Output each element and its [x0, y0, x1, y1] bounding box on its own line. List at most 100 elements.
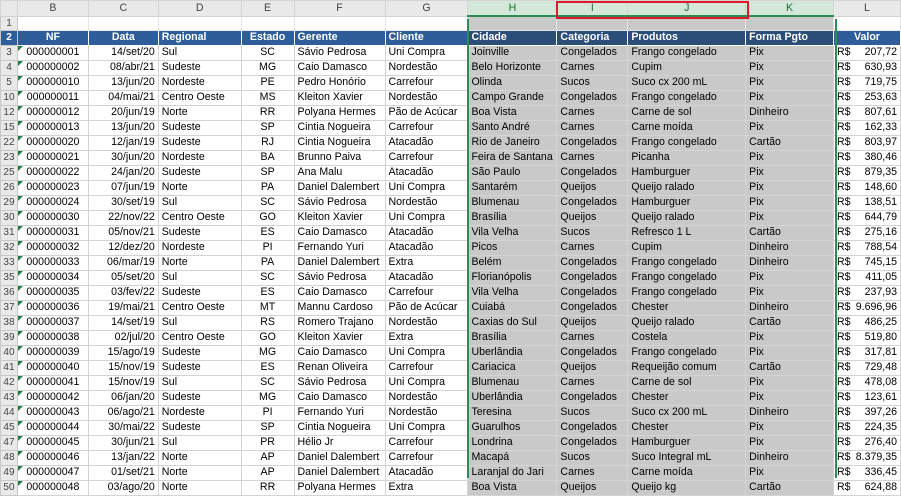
- row-header[interactable]: 38: [0, 314, 18, 331]
- cell-regional[interactable]: Sudeste: [157, 224, 242, 241]
- cell-cidade[interactable]: Caxias do Sul: [467, 314, 558, 331]
- cell-cidade[interactable]: Boa Vista: [467, 479, 558, 496]
- cell-regional[interactable]: Norte: [157, 254, 242, 271]
- cell-estado[interactable]: RJ: [240, 134, 295, 151]
- cell-cidade[interactable]: Cuiabá: [467, 299, 558, 316]
- cell-produtos[interactable]: Frango congelado: [627, 44, 747, 61]
- cell-produtos[interactable]: Cupim: [627, 239, 747, 256]
- row-header[interactable]: 40: [0, 344, 18, 361]
- column-header-c[interactable]: C: [87, 0, 159, 17]
- cell-data[interactable]: 14/set/20: [87, 44, 159, 61]
- cell-forma-pgto[interactable]: Dinheiro: [745, 404, 834, 421]
- cell-cidade[interactable]: Macapá: [467, 449, 558, 466]
- cell-valor[interactable]: R$ 745,15: [832, 254, 901, 271]
- cell-forma-pgto[interactable]: Pix: [745, 89, 834, 106]
- cell-categoria[interactable]: Sucos: [556, 404, 629, 421]
- cell-estado[interactable]: PR: [240, 434, 295, 451]
- cell-forma-pgto[interactable]: Pix: [745, 419, 834, 436]
- cell-nf[interactable]: 000000011: [16, 89, 89, 106]
- cell-cidade[interactable]: Belém: [467, 254, 558, 271]
- cell-cliente[interactable]: Carrefour: [384, 449, 469, 466]
- cell-forma-pgto[interactable]: Pix: [745, 374, 834, 391]
- cell-categoria[interactable]: Sucos: [556, 224, 629, 241]
- cell-forma-pgto[interactable]: Pix: [745, 119, 834, 136]
- cell-categoria[interactable]: Queijos: [556, 314, 629, 331]
- cell-gerente[interactable]: Caio Damasco: [293, 284, 386, 301]
- cell-gerente[interactable]: Sávio Pedrosa: [293, 194, 386, 211]
- cell-cidade[interactable]: Vila Velha: [467, 284, 558, 301]
- cell-cliente[interactable]: Uni Compra: [384, 209, 469, 226]
- cell-data[interactable]: 05/set/20: [87, 269, 159, 286]
- cell-nf[interactable]: 000000041: [16, 374, 89, 391]
- cell-estado[interactable]: GO: [240, 209, 295, 226]
- cell-regional[interactable]: Nordeste: [157, 239, 242, 256]
- cell-produtos[interactable]: Carne moída: [627, 119, 747, 136]
- cell-forma-pgto[interactable]: Dinheiro: [745, 104, 834, 121]
- row-header[interactable]: 31: [0, 224, 18, 241]
- header-forma-pgto[interactable]: Forma Pgto: [745, 29, 834, 46]
- cell-cidade[interactable]: Guarulhos: [467, 419, 558, 436]
- cell-categoria[interactable]: Congelados: [556, 164, 629, 181]
- cell-cidade[interactable]: Campo Grande: [467, 89, 558, 106]
- cell-regional[interactable]: Nordeste: [157, 149, 242, 166]
- cell-valor[interactable]: R$ 253,63: [832, 89, 901, 106]
- cell-data[interactable]: 30/jun/20: [87, 149, 159, 166]
- cell-nf[interactable]: 000000013: [16, 119, 89, 136]
- cell-gerente[interactable]: Romero Trajano: [293, 314, 386, 331]
- cell-regional[interactable]: Sul: [157, 314, 242, 331]
- cell-estado[interactable]: SC: [240, 44, 295, 61]
- cell-nf[interactable]: 000000002: [16, 59, 89, 76]
- cell-estado[interactable]: RR: [240, 104, 295, 121]
- cell-estado[interactable]: MT: [240, 299, 295, 316]
- cell-estado[interactable]: PE: [240, 74, 295, 91]
- cell-nf[interactable]: 000000036: [16, 299, 89, 316]
- cell-regional[interactable]: Sudeste: [157, 134, 242, 151]
- cell-data[interactable]: 22/nov/22: [87, 209, 159, 226]
- cell-categoria[interactable]: Congelados: [556, 284, 629, 301]
- cell-gerente[interactable]: Hélio Jr: [293, 434, 386, 451]
- cell-nf[interactable]: 000000001: [16, 44, 89, 61]
- header-nf[interactable]: NF: [16, 29, 89, 46]
- cell-data[interactable]: 02/jul/20: [87, 329, 159, 346]
- cell-valor[interactable]: R$ 644,79: [832, 209, 901, 226]
- cell-gerente[interactable]: Brunno Paiva: [293, 149, 386, 166]
- cell-estado[interactable]: SC: [240, 194, 295, 211]
- cell-categoria[interactable]: Carnes: [556, 119, 629, 136]
- row-header[interactable]: 3: [0, 44, 18, 61]
- cell-gerente[interactable]: Caio Damasco: [293, 344, 386, 361]
- cell-estado[interactable]: MS: [240, 89, 295, 106]
- header-regional[interactable]: Regional: [157, 29, 242, 46]
- cell-gerente[interactable]: Cintia Nogueira: [293, 419, 386, 436]
- cell-gerente[interactable]: Kleiton Xavier: [293, 209, 386, 226]
- cell-data[interactable]: 03/ago/20: [87, 479, 159, 496]
- cell-produtos[interactable]: Requeijão comum: [627, 359, 747, 376]
- cell-produtos[interactable]: Chester: [627, 419, 747, 436]
- column-header-j[interactable]: J: [627, 0, 747, 17]
- cell-cliente[interactable]: Uni Compra: [384, 419, 469, 436]
- cell-produtos[interactable]: Carne de sol: [627, 104, 747, 121]
- cell-gerente[interactable]: Polyana Hermes: [293, 104, 386, 121]
- cell-produtos[interactable]: Frango congelado: [627, 269, 747, 286]
- cell-data[interactable]: 14/set/19: [87, 314, 159, 331]
- cell-nf[interactable]: 000000012: [16, 104, 89, 121]
- cell-categoria[interactable]: Carnes: [556, 104, 629, 121]
- cell-gerente[interactable]: Sávio Pedrosa: [293, 269, 386, 286]
- cell[interactable]: [293, 15, 386, 31]
- cell-data[interactable]: 12/jan/19: [87, 134, 159, 151]
- cell-produtos[interactable]: Suco cx 200 mL: [627, 74, 747, 91]
- cell-cliente[interactable]: Carrefour: [384, 359, 469, 376]
- cell-gerente[interactable]: Caio Damasco: [293, 389, 386, 406]
- cell-forma-pgto[interactable]: Dinheiro: [745, 449, 834, 466]
- row-header[interactable]: 2: [0, 29, 18, 46]
- row-header[interactable]: 37: [0, 299, 18, 316]
- cell-estado[interactable]: MG: [240, 59, 295, 76]
- cell-valor[interactable]: R$ 237,93: [832, 284, 901, 301]
- cell-categoria[interactable]: Carnes: [556, 329, 629, 346]
- cell-regional[interactable]: Sudeste: [157, 359, 242, 376]
- cell-gerente[interactable]: Kleiton Xavier: [293, 329, 386, 346]
- cell-data[interactable]: 06/mar/19: [87, 254, 159, 271]
- cell-forma-pgto[interactable]: Cartão: [745, 359, 834, 376]
- cell-forma-pgto[interactable]: Dinheiro: [745, 239, 834, 256]
- cell-cidade[interactable]: Teresina: [467, 404, 558, 421]
- cell-estado[interactable]: SP: [240, 164, 295, 181]
